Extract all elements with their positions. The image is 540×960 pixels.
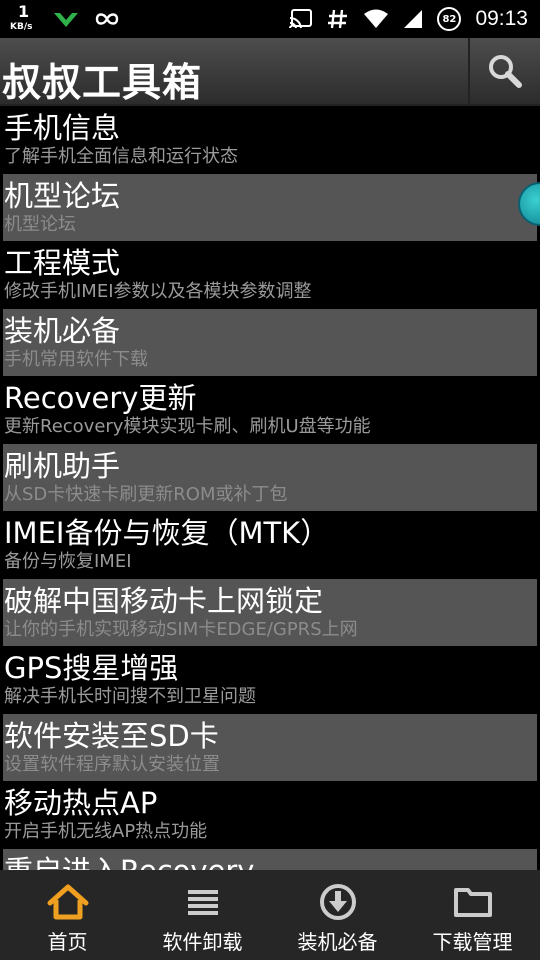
list-item[interactable]: GPS搜星增强 解决手机长时间搜不到卫星问题 xyxy=(3,646,537,714)
item-title: Recovery更新 xyxy=(4,381,197,415)
search-icon xyxy=(489,55,522,88)
speed-unit: KB/s xyxy=(10,22,33,32)
item-title: 工程模式 xyxy=(4,246,121,280)
status-bar: 1 KB/s 82 09:13 xyxy=(0,0,540,38)
speed-value: 1 xyxy=(18,2,30,21)
item-title: 刷机助手 xyxy=(4,448,121,483)
item-subtitle: 更新Recovery模块实现卡刷、刷机U盘等功能 xyxy=(4,416,371,437)
item-subtitle: 机型论坛 xyxy=(4,213,76,235)
list-item[interactable]: IMEI备份与恢复（MTK） 备份与恢复IMEI xyxy=(3,511,537,579)
list-item[interactable]: 重启进入Recovery xyxy=(3,848,537,871)
network-speed: 1 KB/s xyxy=(8,2,42,36)
wifi-icon xyxy=(364,9,389,28)
tab-uninstall[interactable]: 软件卸载 xyxy=(135,870,270,960)
tab-label: 软件卸载 xyxy=(162,930,243,954)
tab-label: 装机必备 xyxy=(297,930,378,954)
item-subtitle: 修改手机IMEI参数以及各模块参数调整 xyxy=(4,281,312,302)
list-item[interactable]: 机型论坛 机型论坛 xyxy=(3,173,537,241)
tool-list[interactable]: 手机信息 了解手机全面信息和运行状态 机型论坛 机型论坛 工程模式 修改手机IM… xyxy=(0,106,540,870)
list-item[interactable]: 装机必备 手机常用软件下载 xyxy=(3,308,537,376)
search-button[interactable] xyxy=(468,38,540,104)
signal-icon xyxy=(404,10,423,28)
tab-label: 首页 xyxy=(47,930,88,954)
list-item[interactable]: 移动热点AP 开启手机无线AP热点功能 xyxy=(3,781,537,849)
item-subtitle: 设置软件程序默认安装位置 xyxy=(4,753,220,775)
item-title: 重启进入Recovery xyxy=(4,853,254,871)
item-title: 装机必备 xyxy=(4,313,121,348)
item-title: 机型论坛 xyxy=(4,178,121,213)
list-item[interactable]: 工程模式 修改手机IMEI参数以及各模块参数调整 xyxy=(3,241,537,309)
item-title: 移动热点AP xyxy=(4,786,158,820)
download-icon xyxy=(54,13,78,27)
tab-essentials[interactable]: 装机必备 xyxy=(270,870,405,960)
list-item[interactable]: 软件安装至SD卡 设置软件程序默认安装位置 xyxy=(3,713,537,781)
item-title: 破解中国移动卡上网锁定 xyxy=(4,583,324,618)
list-item[interactable]: 破解中国移动卡上网锁定 让你的手机实现移动SIM卡EDGE/GPRS上网 xyxy=(3,578,537,646)
folder-icon xyxy=(453,888,492,917)
item-title: 手机信息 xyxy=(4,111,121,145)
item-subtitle: 让你的手机实现移动SIM卡EDGE/GPRS上网 xyxy=(4,618,358,640)
home-icon xyxy=(47,884,88,920)
item-subtitle: 手机常用软件下载 xyxy=(4,348,148,370)
list-item[interactable]: 手机信息 了解手机全面信息和运行状态 xyxy=(3,106,537,174)
item-title: 软件安装至SD卡 xyxy=(4,718,219,753)
bottom-navigation: 首页 软件卸载 装机必备 下载管理 xyxy=(0,870,540,960)
tab-downloads[interactable]: 下载管理 xyxy=(405,870,540,960)
hash-icon xyxy=(328,9,348,29)
list-item[interactable]: Recovery更新 更新Recovery模块实现卡刷、刷机U盘等功能 xyxy=(3,376,537,444)
item-title: GPS搜星增强 xyxy=(4,651,179,685)
action-bar: 叔叔工具箱 xyxy=(0,38,540,106)
item-subtitle: 解决手机长时间搜不到卫星问题 xyxy=(4,686,256,707)
infinity-icon xyxy=(95,13,119,25)
item-subtitle: 了解手机全面信息和运行状态 xyxy=(4,146,238,167)
download-circle-icon xyxy=(319,884,356,920)
cast-icon xyxy=(289,9,313,29)
tab-home[interactable]: 首页 xyxy=(0,870,135,960)
clock: 09:13 xyxy=(475,7,528,30)
tab-label: 下载管理 xyxy=(432,930,513,954)
item-subtitle: 从SD卡快速卡刷更新ROM或补丁包 xyxy=(4,483,288,505)
item-subtitle: 备份与恢复IMEI xyxy=(4,551,132,572)
battery-icon: 82 xyxy=(437,7,462,31)
list-icon xyxy=(187,890,218,915)
item-subtitle: 开启手机无线AP热点功能 xyxy=(4,821,208,842)
battery-level: 82 xyxy=(442,13,457,25)
app-title: 叔叔工具箱 xyxy=(2,61,203,106)
item-title: IMEI备份与恢复（MTK） xyxy=(4,516,330,550)
list-item[interactable]: 刷机助手 从SD卡快速卡刷更新ROM或补丁包 xyxy=(3,443,537,511)
